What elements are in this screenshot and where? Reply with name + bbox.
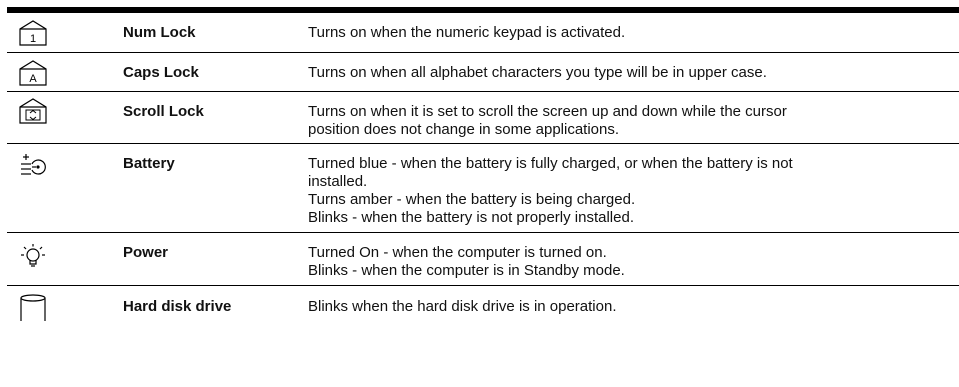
description-line: Turns on when all alphabet characters yo… [308,64,767,81]
indicator-row-caps-lock: A Caps Lock Turns on when all alphabet c… [7,53,959,92]
indicator-lights-page: 1 Num Lock Turns on when the numeric key… [0,0,959,387]
description-line: Turns on when the numeric keypad is acti… [308,24,626,41]
indicator-row-scroll-lock: Scroll Lock Turns on when it is set to s… [7,92,959,144]
battery-icon [18,151,48,179]
description-line: Blinks - when the battery is not properl… [308,209,634,226]
description-line: Blinks - when the computer is in Standby… [308,262,625,279]
num-lock-icon: 1 [18,19,48,47]
description-line: Turned blue - when the battery is fully … [308,155,793,172]
description-line: Turns amber - when the battery is being … [308,191,636,208]
indicator-description: Turns on when all alphabet characters yo… [308,64,908,82]
indicator-row-battery: Battery Turned blue - when the battery i… [7,144,959,233]
indicator-row-power: Power Turned On - when the computer is t… [7,233,959,286]
indicator-table: 1 Num Lock Turns on when the numeric key… [7,13,959,339]
indicator-description: Turned blue - when the battery is fully … [308,155,908,227]
caps-lock-icon: A [18,59,48,87]
scroll-lock-icon [18,97,48,125]
indicator-name: Power [123,244,169,261]
description-line: Blinks when the hard disk drive is in op… [308,298,617,315]
power-icon [18,243,48,271]
indicator-name: Scroll Lock [123,103,204,120]
indicator-row-hard-disk-drive: Hard disk drive Blinks when the hard dis… [7,286,959,339]
indicator-name: Battery [123,155,175,172]
indicator-row-num-lock: 1 Num Lock Turns on when the numeric key… [7,13,959,53]
svg-text:1: 1 [30,33,36,45]
indicator-description: Turns on when the numeric keypad is acti… [308,24,908,42]
indicator-name: Num Lock [123,24,196,41]
indicator-description: Turns on when it is set to scroll the sc… [308,103,908,139]
indicator-name: Caps Lock [123,64,199,81]
indicator-name: Hard disk drive [123,298,232,315]
description-line: Turns on when it is set to scroll the sc… [308,103,787,120]
indicator-description: Turned On - when the computer is turned … [308,244,908,280]
hard-disk-drive-icon [18,294,48,322]
svg-text:A: A [29,73,37,85]
description-line: Turned On - when the computer is turned … [308,244,607,261]
description-line: installed. [308,173,368,190]
indicator-description: Blinks when the hard disk drive is in op… [308,298,908,316]
description-line: position does not change in some applica… [308,121,620,138]
